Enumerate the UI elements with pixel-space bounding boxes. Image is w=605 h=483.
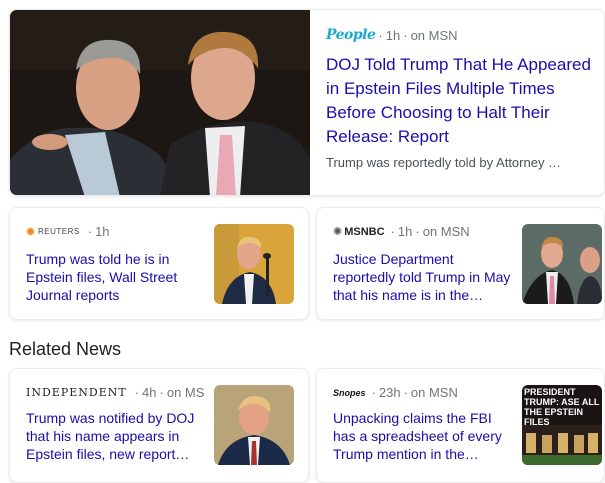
- story-via: on MSN: [410, 385, 458, 400]
- story-time: 1h: [397, 224, 413, 239]
- news-card-meta: Snopes · 23h · on MSN: [333, 385, 458, 400]
- story-time: 1h: [95, 224, 110, 239]
- news-card-headline[interactable]: Justice Department reportedly told Trump…: [333, 250, 518, 304]
- news-card-meta: INDEPENDENT · 4h · on MS: [26, 385, 205, 400]
- news-card-meta: ✺ MSNBC · 1h · on MSN: [333, 224, 470, 239]
- news-card-thumbnail[interactable]: [522, 224, 602, 304]
- top-story-image[interactable]: [10, 10, 310, 195]
- peacock-icon: ✺: [333, 226, 343, 238]
- news-card-headline[interactable]: Trump was notified by DOJ that his name …: [26, 409, 198, 463]
- source-logo-reuters: REUTERS: [26, 227, 80, 236]
- top-story-snippet: Trump was reportedly told by Attorney …: [326, 155, 562, 170]
- source-logo-independent: INDEPENDENT: [26, 386, 127, 399]
- news-card-thumbnail[interactable]: [214, 385, 294, 465]
- story-via: on MSN: [410, 27, 458, 43]
- news-card-thumbnail[interactable]: PRESIDENT TRUMP: ASE ALL THE EPSTEIN FIL…: [522, 385, 602, 465]
- top-story-card[interactable]: People · 1h · on MSN DOJ Told Trump That…: [9, 9, 605, 196]
- news-card-reuters[interactable]: REUTERS · 1h Trump was told he is in Eps…: [9, 207, 309, 320]
- story-via: on MSN: [422, 224, 470, 239]
- story-time: 4h: [142, 385, 157, 400]
- source-logo-people: People: [326, 27, 376, 43]
- news-card-independent[interactable]: INDEPENDENT · 4h · on MS Trump was notif…: [9, 368, 309, 483]
- source-logo-snopes: Snopes: [333, 387, 366, 398]
- news-card-msnbc[interactable]: ✺ MSNBC · 1h · on MSN Justice Department …: [316, 207, 605, 320]
- top-story-meta: People · 1h · on MSN: [326, 27, 458, 43]
- story-via: on MS: [166, 385, 205, 400]
- reuters-mark-icon: [26, 227, 35, 236]
- story-time: 1h: [385, 27, 401, 43]
- news-card-meta: REUTERS · 1h: [26, 224, 110, 239]
- news-card-thumbnail[interactable]: [214, 224, 294, 304]
- news-card-headline[interactable]: Trump was told he is in Epstein files, W…: [26, 250, 194, 304]
- news-card-snopes[interactable]: Snopes · 23h · on MSN Unpacking claims t…: [316, 368, 605, 483]
- news-card-headline[interactable]: Unpacking claims the FBI has a spreadshe…: [333, 409, 513, 463]
- story-time: 23h: [378, 385, 401, 400]
- source-logo-msnbc: ✺ MSNBC: [333, 225, 385, 239]
- related-news-heading: Related News: [9, 339, 122, 359]
- top-story-headline[interactable]: DOJ Told Trump That He Appeared in Epste…: [326, 53, 594, 149]
